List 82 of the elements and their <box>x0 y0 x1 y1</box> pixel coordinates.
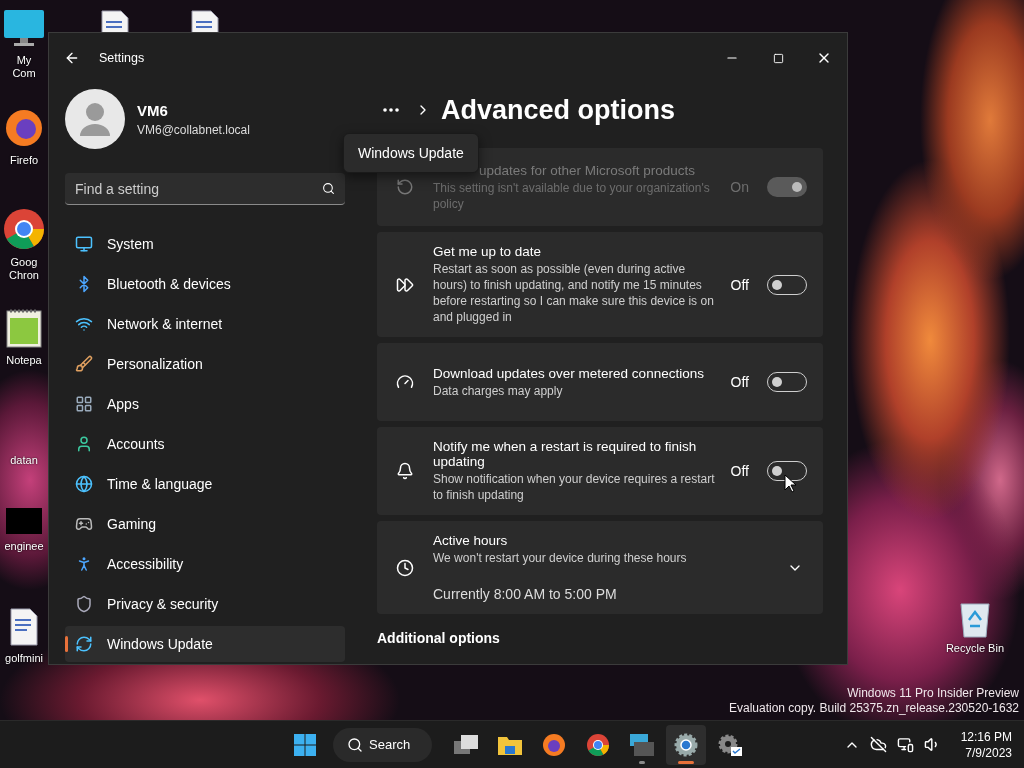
document-icon[interactable] <box>9 608 39 646</box>
setting-title: updates for other Microsoft products <box>478 162 697 178</box>
nav-item[interactable]: Accessibility <box>65 546 345 582</box>
nav-item[interactable]: Accounts <box>65 426 345 462</box>
ellipsis-icon <box>383 108 399 112</box>
brush-icon <box>75 355 93 373</box>
person-silhouette-icon <box>79 102 111 136</box>
taskbar-app-button[interactable] <box>666 724 707 765</box>
nav-item[interactable]: Time & language <box>65 466 345 502</box>
window-title: Settings <box>99 51 146 65</box>
setting-description: Restart as soon as possible (even during active hours) to finish updating, and notify me 15 minutes before restarting so I can make sure this device is on and plugged in <box>433 261 715 325</box>
desktop-icon-label[interactable]: golfmini <box>4 652 44 665</box>
windows-logo-icon <box>293 732 317 757</box>
document-icon[interactable] <box>100 10 130 32</box>
chrome-icon <box>586 732 611 757</box>
tooltip: Windows Update <box>343 133 479 173</box>
settings-icon <box>674 732 699 757</box>
apps-grid-icon <box>75 395 93 413</box>
setting-description: This setting isn't available due to your organization's policy <box>433 179 711 212</box>
file-thumbnail-icon[interactable] <box>6 508 42 534</box>
desktop-icon-label[interactable]: Goog Chron <box>4 256 44 282</box>
refresh-icon <box>75 635 93 653</box>
settings-check-icon <box>717 732 744 757</box>
notepad-icon[interactable] <box>6 308 42 348</box>
toggle-status: Off <box>730 276 749 293</box>
cloud-off-icon[interactable] <box>869 736 887 753</box>
nav-item[interactable]: Gaming <box>65 506 345 542</box>
chrome-icon[interactable] <box>3 208 45 250</box>
setting-title: Get me up to date <box>433 244 543 259</box>
clock-date[interactable]: 7/9/2023 <box>965 744 1012 761</box>
mouse-cursor-icon <box>784 474 796 493</box>
user-email: VM6@collabnet.local <box>137 122 250 137</box>
toggle-status: Off <box>730 463 749 479</box>
nav-item[interactable]: Personalization <box>65 346 345 382</box>
bell-icon <box>396 462 414 480</box>
page-title: Advanced options <box>441 94 676 126</box>
clock-time[interactable]: 12:16 PM <box>960 728 1012 745</box>
desktop-icon-label[interactable]: Notepa <box>4 354 44 367</box>
remote-desktop-icon <box>629 732 656 757</box>
nav-item[interactable]: Bluetooth & devices <box>65 266 345 302</box>
taskbar-search-button[interactable]: Search <box>333 727 433 762</box>
wifi-icon <box>75 315 93 333</box>
shield-icon <box>75 595 93 613</box>
nav-item[interactable]: Privacy & security <box>65 586 345 622</box>
gauge-icon <box>396 373 414 391</box>
network-icon[interactable] <box>896 736 914 753</box>
setting-title: Notify me when a restart is required to finish updating <box>433 439 698 469</box>
setting-title: Active hours <box>433 533 509 548</box>
desktop-icon-label[interactable]: Firefo <box>4 154 44 167</box>
desktop-icon-label[interactable]: datan <box>4 454 44 467</box>
setting-description: Show notification when your device requires a restart to finish updating <box>433 471 716 503</box>
search-icon <box>347 736 363 753</box>
fast-forward-icon <box>396 275 414 294</box>
clock-icon <box>396 558 414 577</box>
task-view-icon <box>453 733 480 756</box>
setting-description: Data charges may apply <box>433 382 564 399</box>
watermark-text: Evaluation copy. Build 25375.zn_release.230520-1632 <box>729 701 1019 716</box>
desktop-icon-label[interactable]: enginee <box>4 540 44 553</box>
globe-icon <box>75 475 93 493</box>
watermark-text: Windows 11 Pro Insider Preview <box>847 686 1019 701</box>
section-heading: Additional options <box>377 630 501 646</box>
search-icon[interactable] <box>322 182 335 195</box>
nav-item[interactable]: Windows Update <box>65 626 345 662</box>
monitor-icon[interactable] <box>3 8 45 48</box>
setting-title: Download updates over metered connections <box>433 365 705 381</box>
setting-value: Currently 8:00 AM to 5:00 PM <box>433 586 618 602</box>
nav-item[interactable]: Network & internet <box>65 306 345 342</box>
search-field[interactable]: Find a setting <box>65 173 345 205</box>
gamepad-icon <box>75 515 93 533</box>
monitor-icon <box>75 235 93 253</box>
setting-description: We won't restart your device during these hours <box>433 550 688 566</box>
maximize-icon <box>772 52 784 64</box>
desktop-icon-label[interactable]: Recycle Bin <box>945 642 1004 655</box>
toggle-status: On <box>730 179 749 195</box>
document-icon[interactable] <box>190 10 220 32</box>
toggle-status: Off <box>730 374 749 390</box>
circular-arrow-icon <box>396 178 414 196</box>
user-name: VM6 <box>137 101 169 119</box>
nav-item[interactable]: System <box>65 226 345 262</box>
desktop-icon-label[interactable]: My Com <box>4 54 44 80</box>
person-icon <box>75 435 93 453</box>
nav-item[interactable]: Apps <box>65 386 345 422</box>
